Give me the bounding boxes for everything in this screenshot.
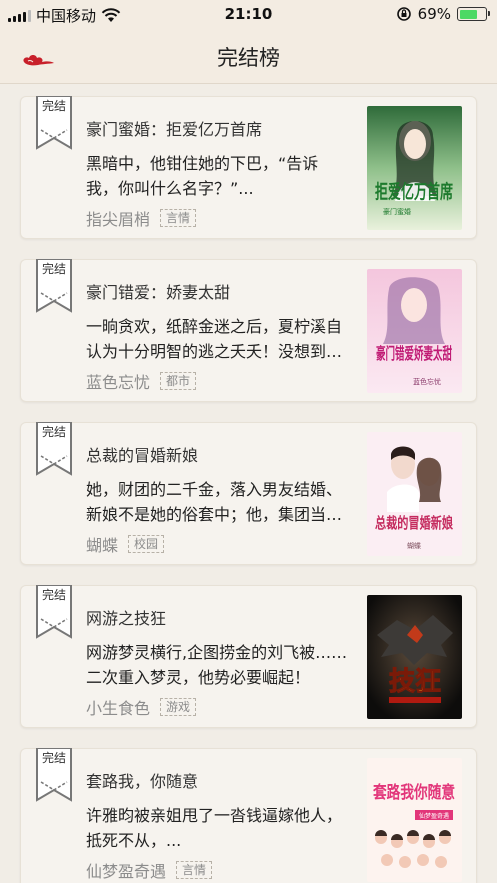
book-tag: 校园 (128, 535, 165, 553)
cover-title: 豪门错爱娇妻太甜 (376, 344, 452, 363)
page-title: 完结榜 (217, 46, 280, 70)
cover-title: 总裁的冒婚新娘 (375, 514, 454, 532)
book-cover[interactable]: 豪门错爱娇妻太甜 蓝色忘忧 (367, 269, 462, 393)
book-description: 许雅昀被亲姐甩了一沓钱逼嫁他人，抵死不从，... (86, 806, 343, 850)
book-tag: 都市 (160, 372, 197, 390)
battery-percent: 69% (417, 5, 451, 23)
cover-title: 技狂 (389, 667, 441, 697)
cover-title: 套路我你随意 (372, 782, 455, 803)
cover-subtitle: 蓝色忘忧 (413, 377, 441, 386)
book-description: 网游梦灵横行,企图捞金的刘飞被……二次重入梦灵，他势必要崛起！ (86, 643, 348, 687)
book-cover[interactable]: 总裁的冒婚新娘 蝴蝶 (367, 432, 462, 556)
finished-badge-label: 完结 (41, 425, 66, 439)
battery-icon (457, 7, 490, 21)
book-description: 她，财团的二千金，落入男友结婚、新娘不是她的俗套中；他，集团当… (86, 480, 343, 524)
book-author: 蓝色忘忧 (86, 373, 151, 392)
book-card[interactable]: 完结 网游之技狂 网游梦灵横行,企图捞金的刘飞被……二次重入梦灵，他势必要崛起！… (20, 585, 477, 728)
status-bar: 中国移动 21:10 69% (0, 0, 497, 30)
finished-badge-label: 完结 (41, 262, 66, 276)
book-cover[interactable]: 技狂 (367, 595, 462, 719)
book-author: 指尖眉梢 (86, 210, 151, 229)
book-description: 一晌贪欢，纸醉金迷之后，夏柠溪自认为十分明智的逃之夭夭！没想到… (86, 317, 343, 361)
orientation-lock-icon (396, 7, 411, 21)
book-author: 小生食色 (86, 699, 151, 718)
nav-bar: 完结榜 (0, 30, 497, 84)
book-title[interactable]: 总裁的冒婚新娘 (86, 442, 198, 466)
book-card[interactable]: 完结 总裁的冒婚新娘 她，财团的二千金，落入男友结婚、新娘不是她的俗套中；他，集… (20, 422, 477, 565)
book-card[interactable]: 完结 豪门蜜婚：拒爱亿万首席 黑暗中，他钳住她的下巴，“告诉我，你叫什么名字？”… (20, 96, 477, 239)
book-title[interactable]: 网游之技狂 (86, 605, 166, 629)
book-author: 蝴蝶 (86, 536, 119, 555)
book-tag: 言情 (176, 861, 213, 879)
book-tag: 言情 (160, 209, 197, 227)
book-card[interactable]: 完结 豪门错爱：娇妻太甜 一晌贪欢，纸醉金迷之后，夏柠溪自认为十分明智的逃之夭夭… (20, 259, 477, 402)
cover-subtitle: 仙梦盈奇遇 (419, 812, 449, 820)
book-card[interactable]: 完结 套路我，你随意 许雅昀被亲姐甩了一沓钱逼嫁他人，抵死不从，... 仙梦盈奇… (20, 748, 477, 883)
book-description: 黑暗中，他钳住她的下巴，“告诉我，你叫什么名字？”... (86, 154, 319, 198)
book-title[interactable]: 豪门错爱：娇妻太甜 (86, 279, 230, 303)
book-cover[interactable]: 拒爱亿万首席 豪门蜜婚 (367, 106, 462, 230)
finished-badge-label: 完结 (41, 588, 66, 602)
book-author: 仙梦盈奇遇 (86, 862, 167, 881)
book-title[interactable]: 豪门蜜婚：拒爱亿万首席 (86, 116, 262, 140)
book-tag: 游戏 (160, 698, 197, 716)
finished-badge-label: 完结 (41, 99, 66, 113)
finished-badge-label: 完结 (41, 751, 66, 765)
book-cover[interactable]: 套路我你随意 仙梦盈奇遇 (367, 758, 462, 882)
cover-subtitle: 豪门蜜婚 (383, 207, 411, 216)
book-title[interactable]: 套路我，你随意 (86, 768, 198, 792)
cover-title: 拒爱亿万首席 (375, 180, 453, 203)
cover-subtitle: 蝴蝶 (407, 541, 421, 550)
